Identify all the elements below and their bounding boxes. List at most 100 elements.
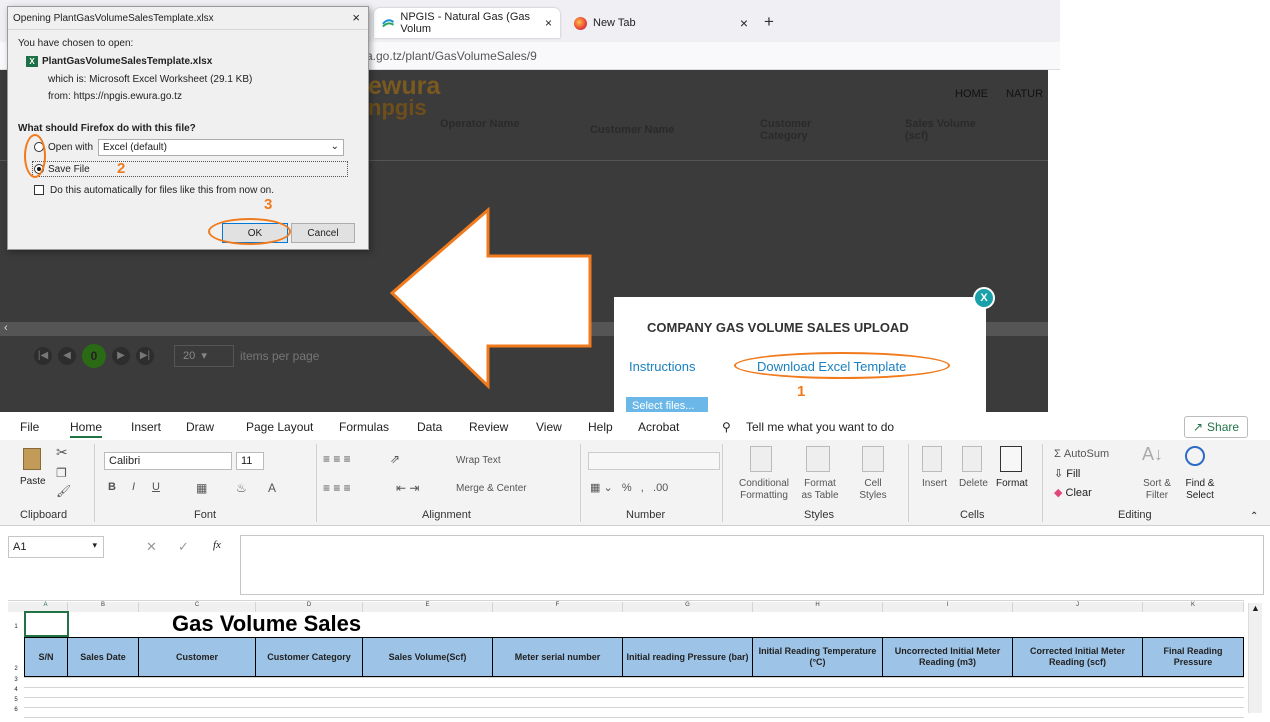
tell-me-input[interactable]: Tell me what you want to do xyxy=(746,420,894,434)
indent-icon[interactable]: ⇤ ⇥ xyxy=(396,481,419,495)
pager-first-icon[interactable]: |◀ xyxy=(34,347,52,365)
nav-home[interactable]: HOME xyxy=(955,88,988,100)
format-painter-icon[interactable]: 🖌 xyxy=(56,484,71,498)
italic-icon[interactable]: I xyxy=(132,481,135,493)
menu-acrobat[interactable]: Acrobat xyxy=(638,420,679,434)
format-button[interactable]: Format xyxy=(996,478,1028,489)
menu-draw[interactable]: Draw xyxy=(186,420,214,434)
cancel-entry-icon[interactable]: ✕ xyxy=(146,539,157,555)
cancel-button[interactable]: Cancel xyxy=(291,223,355,243)
conditional-formatting-icon[interactable] xyxy=(750,446,772,472)
header-cell-meter-serial[interactable]: Meter serial number xyxy=(493,637,623,677)
col-header-k[interactable]: K xyxy=(1143,602,1244,612)
row-header-4[interactable]: 4 xyxy=(8,687,24,693)
formula-input[interactable] xyxy=(240,535,1264,595)
number-format-select[interactable] xyxy=(588,452,720,470)
share-button[interactable]: ↗ Share xyxy=(1184,416,1248,438)
scroll-left-icon[interactable]: ‹ xyxy=(4,322,8,334)
selected-cell-a1[interactable] xyxy=(24,611,69,637)
header-cell-initial-temperature[interactable]: Initial Reading Temperature (°C) xyxy=(753,637,883,677)
header-cell-customer[interactable]: Customer xyxy=(139,637,256,677)
header-cell-final-pressure[interactable]: Final Reading Pressure xyxy=(1143,637,1244,677)
font-color-icon[interactable]: A xyxy=(268,481,276,495)
find-select-button[interactable]: Find & Select xyxy=(1180,478,1220,502)
col-header-i[interactable]: I xyxy=(883,602,1013,612)
close-modal-button[interactable]: X xyxy=(973,287,995,309)
menu-page-layout[interactable]: Page Layout xyxy=(246,420,313,434)
align-left-icon[interactable]: ≡ ≡ ≡ xyxy=(323,481,351,495)
header-cell-uncorrected-initial[interactable]: Uncorrected Initial Meter Reading (m3) xyxy=(883,637,1013,677)
cut-icon[interactable]: ✂ xyxy=(56,444,68,461)
menu-home[interactable]: Home xyxy=(70,420,103,438)
auto-checkbox[interactable] xyxy=(34,185,44,196)
dialog-close-icon[interactable]: × xyxy=(352,10,360,25)
sheet-title[interactable]: Gas Volume Sales xyxy=(172,611,361,637)
instructions-tab[interactable]: Instructions xyxy=(629,359,695,374)
name-box[interactable]: A1 ▾ xyxy=(8,536,104,558)
pager-last-icon[interactable]: ▶| xyxy=(136,347,154,365)
nav-natural[interactable]: NATUR xyxy=(1006,88,1043,100)
font-name-select[interactable]: Calibri xyxy=(104,452,232,470)
insert-function-icon[interactable]: fx xyxy=(213,539,221,551)
confirm-entry-icon[interactable]: ✓ xyxy=(178,539,189,555)
vertical-scrollbar[interactable]: ▲ xyxy=(1248,603,1262,713)
tab-new-tab[interactable]: New Tab × xyxy=(566,8,756,38)
row-header-2[interactable]: 2 xyxy=(8,666,24,672)
new-tab-button[interactable]: + xyxy=(764,12,774,32)
row-header-6[interactable]: 6 xyxy=(8,707,24,713)
header-cell-sales-volume[interactable]: Sales Volume(Scf) xyxy=(363,637,493,677)
tab-close-icon[interactable]: × xyxy=(740,15,748,31)
merge-center-button[interactable]: Merge & Center xyxy=(456,483,527,494)
format-table-button[interactable]: Format as Table xyxy=(800,478,840,502)
find-icon[interactable] xyxy=(1185,446,1205,466)
autosum-button[interactable]: Σ AutoSum xyxy=(1054,448,1109,460)
menu-insert[interactable]: Insert xyxy=(131,420,161,434)
col-header-h[interactable]: H xyxy=(753,602,883,612)
align-top-icon[interactable]: ≡ ≡ ≡ xyxy=(323,452,351,466)
col-header-e[interactable]: E xyxy=(363,602,493,612)
orientation-icon[interactable]: ⇗ xyxy=(390,452,400,466)
menu-data[interactable]: Data xyxy=(417,420,442,434)
menu-view[interactable]: View xyxy=(536,420,562,434)
header-cell-customer-category[interactable]: Customer Category xyxy=(256,637,363,677)
cell-styles-button[interactable]: Cell Styles xyxy=(856,478,890,502)
paste-icon[interactable] xyxy=(23,448,41,470)
bold-icon[interactable]: B xyxy=(108,481,116,493)
conditional-formatting-button[interactable]: Conditional Formatting xyxy=(738,478,790,502)
clear-button[interactable]: ◆ Clear xyxy=(1054,486,1092,499)
col-header-g[interactable]: G xyxy=(623,602,753,612)
delete-button[interactable]: Delete xyxy=(959,478,988,489)
menu-formulas[interactable]: Formulas xyxy=(339,420,389,434)
row-header-3[interactable]: 3 xyxy=(8,677,24,683)
copy-icon[interactable]: ❐ xyxy=(56,466,67,480)
pager-prev-icon[interactable]: ◀ xyxy=(58,347,76,365)
paste-button[interactable]: Paste xyxy=(20,476,46,487)
select-all-corner[interactable] xyxy=(8,602,24,612)
pager-next-icon[interactable]: ▶ xyxy=(112,347,130,365)
header-cell-corrected-initial[interactable]: Corrected Initial Meter Reading (scf) xyxy=(1013,637,1143,677)
header-cell-initial-pressure[interactable]: Initial reading Pressure (bar) xyxy=(623,637,753,677)
tab-npgis[interactable]: NPGIS - Natural Gas (Gas Volum × xyxy=(374,8,560,38)
row-header-5[interactable]: 5 xyxy=(8,697,24,703)
page-size-select[interactable]: 20 ▾ xyxy=(174,345,234,367)
insert-button[interactable]: Insert xyxy=(922,478,947,489)
menu-help[interactable]: Help xyxy=(588,420,613,434)
borders-icon[interactable]: ▦ xyxy=(196,481,207,495)
percent-icon[interactable]: ▦ ⌄ % , .00 xyxy=(590,481,668,494)
col-header-j[interactable]: J xyxy=(1013,602,1143,612)
wrap-text-button[interactable]: Wrap Text xyxy=(456,455,501,466)
collapse-ribbon-icon[interactable]: ⌃ xyxy=(1250,511,1258,522)
format-table-icon[interactable] xyxy=(806,446,830,472)
delete-cells-icon[interactable] xyxy=(962,446,982,472)
col-header-b[interactable]: B xyxy=(68,602,139,612)
cell-styles-icon[interactable] xyxy=(862,446,884,472)
underline-icon[interactable]: U xyxy=(152,481,160,493)
pager-current-page[interactable]: 0 xyxy=(82,344,106,368)
format-cells-icon[interactable] xyxy=(1000,446,1022,472)
col-header-f[interactable]: F xyxy=(493,602,623,612)
open-with-select[interactable]: Excel (default) ⌄ xyxy=(98,139,344,156)
sort-filter-icon[interactable]: A↓ xyxy=(1142,444,1163,465)
tab-close-icon[interactable]: × xyxy=(545,16,552,30)
font-size-select[interactable]: 11 xyxy=(236,452,264,470)
auto-option[interactable]: Do this automatically for files like thi… xyxy=(34,185,274,196)
